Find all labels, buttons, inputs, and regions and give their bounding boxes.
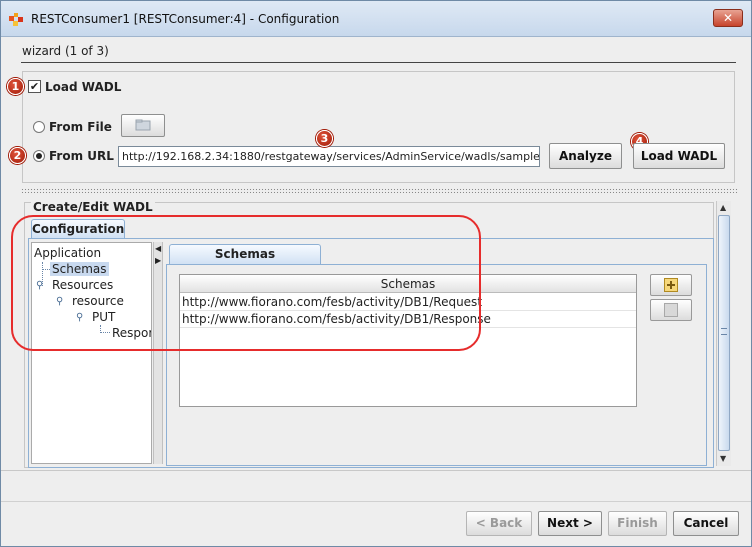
grip-icon — [721, 328, 727, 335]
callout-badge-2: 2 — [9, 147, 26, 164]
footer-divider — [1, 501, 751, 502]
remove-schema-button[interactable] — [650, 299, 692, 321]
annotation-highlight — [11, 215, 481, 351]
minus-icon — [664, 303, 678, 317]
finish-button[interactable]: Finish — [608, 511, 667, 536]
app-icon — [9, 13, 23, 26]
scroll-down-icon[interactable]: ▼ — [720, 454, 726, 463]
callout-badge-1: 1 — [7, 78, 24, 95]
load-wadl-label: Load WADL — [45, 80, 122, 94]
from-file-radio[interactable] — [33, 121, 45, 133]
radio-selected-dot — [36, 153, 42, 159]
back-button[interactable]: < Back — [466, 511, 532, 536]
wadl-url-input[interactable]: http://192.168.2.34:1880/restgateway/ser… — [118, 146, 540, 167]
wizard-divider — [21, 62, 736, 63]
analyze-button[interactable]: Analyze — [549, 143, 622, 169]
from-url-label: From URL — [49, 149, 114, 163]
cancel-button[interactable]: Cancel — [673, 511, 739, 536]
split-handle[interactable] — [21, 188, 738, 193]
browse-file-button[interactable] — [121, 114, 165, 137]
title-bar[interactable]: RESTConsumer1 [RESTConsumer:4] - Configu… — [1, 1, 751, 37]
wizard-step-label: wizard (1 of 3) — [22, 44, 109, 58]
folder-icon — [135, 119, 151, 131]
add-schema-button[interactable] — [650, 274, 692, 296]
plus-icon — [664, 278, 678, 292]
configuration-window: RESTConsumer1 [RESTConsumer:4] - Configu… — [0, 0, 752, 547]
next-button[interactable]: Next > — [538, 511, 602, 536]
load-wadl-checkbox[interactable]: ✔ — [28, 80, 41, 93]
scrollbar-thumb[interactable] — [718, 215, 730, 451]
window-title: RESTConsumer1 [RESTConsumer:4] - Configu… — [31, 12, 340, 26]
vertical-scrollbar[interactable]: ▲ ▼ — [716, 201, 731, 466]
scroll-up-icon[interactable]: ▲ — [720, 203, 726, 212]
load-wadl-button[interactable]: Load WADL — [633, 143, 725, 169]
from-file-label: From File — [49, 120, 112, 134]
close-button[interactable]: ✕ — [713, 9, 743, 27]
callout-badge-3: 3 — [316, 130, 333, 147]
from-url-radio[interactable] — [33, 150, 45, 162]
footer-divider — [1, 470, 751, 471]
create-edit-wadl-title: Create/Edit WADL — [31, 200, 155, 214]
